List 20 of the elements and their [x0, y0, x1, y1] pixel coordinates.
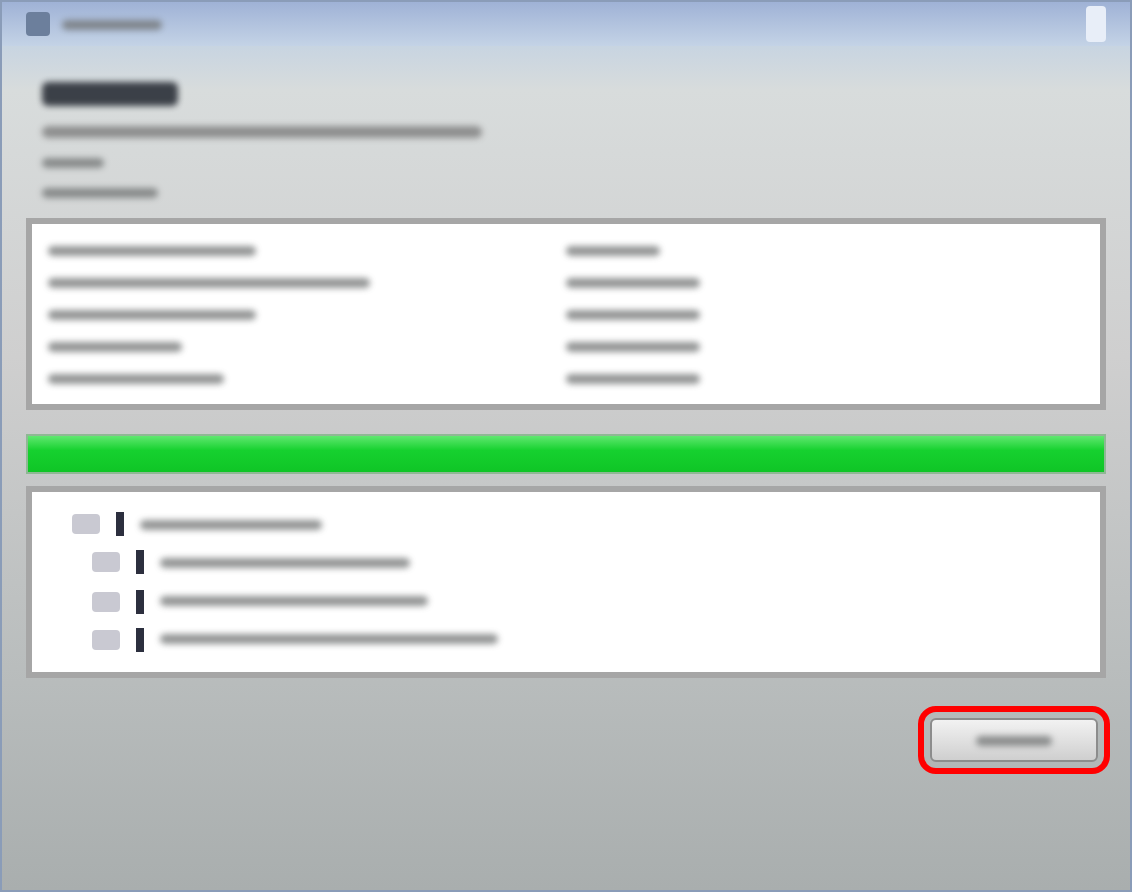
- blurred-text: [48, 341, 183, 351]
- window-icon: [26, 12, 50, 36]
- blurred-text: [42, 188, 158, 198]
- dialog-button[interactable]: [930, 718, 1098, 762]
- bar-icon: [116, 512, 124, 536]
- item-icon: [92, 629, 120, 650]
- blurred-text: [42, 82, 179, 106]
- bar-icon: [136, 589, 144, 614]
- blurred-text: [566, 309, 701, 319]
- item-icon: [72, 514, 100, 534]
- item-icon: [92, 591, 120, 612]
- blurred-text: [566, 341, 701, 351]
- blurred-text: [566, 373, 701, 383]
- blurred-text: [42, 158, 105, 168]
- bar-icon: [136, 550, 144, 575]
- bar-icon: [136, 627, 144, 652]
- blurred-text: [566, 245, 660, 255]
- blurred-text: [566, 277, 701, 287]
- item-icon: [92, 552, 120, 573]
- blurred-window-title: [62, 19, 162, 29]
